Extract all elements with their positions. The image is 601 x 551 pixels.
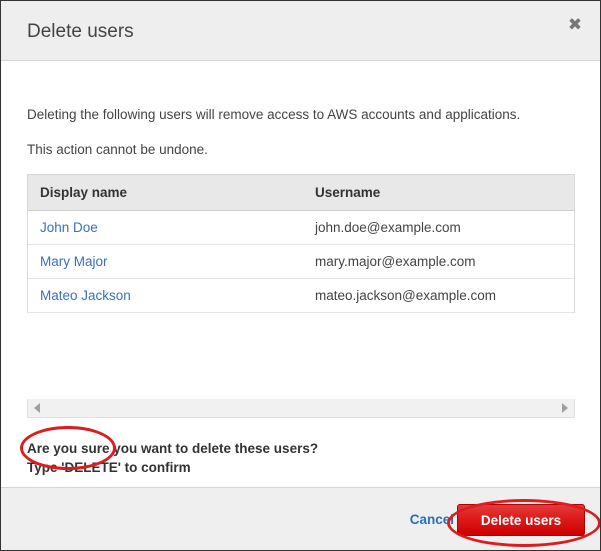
column-header-username: Username bbox=[301, 175, 574, 210]
cancel-button[interactable]: Cancel bbox=[410, 512, 454, 528]
dialog-body: Deleting the following users will remove… bbox=[1, 61, 600, 487]
delete-users-dialog: Delete users ✖ Deleting the following us… bbox=[0, 0, 601, 551]
chevron-right-icon[interactable] bbox=[562, 403, 568, 413]
table-row: Mateo Jackson mateo.jackson@example.com bbox=[28, 278, 574, 312]
cell-username: mary.major@example.com bbox=[301, 244, 574, 278]
horizontal-scrollbar[interactable] bbox=[27, 399, 575, 418]
cell-username: john.doe@example.com bbox=[301, 210, 574, 244]
dialog-title: Delete users bbox=[27, 20, 134, 44]
user-link[interactable]: Mary Major bbox=[40, 254, 108, 269]
table-row: John Doe john.doe@example.com bbox=[28, 210, 574, 244]
cell-username: mateo.jackson@example.com bbox=[301, 278, 574, 312]
close-icon[interactable]: ✖ bbox=[564, 14, 586, 36]
confirm-question: Are you sure you want to delete these us… bbox=[27, 440, 318, 457]
intro-text-primary: Deleting the following users will remove… bbox=[27, 106, 520, 124]
column-header-display-name: Display name bbox=[28, 175, 301, 210]
delete-users-button[interactable]: Delete users bbox=[457, 504, 585, 536]
cell-display-name: John Doe bbox=[28, 210, 301, 244]
table-row: Mary Major mary.major@example.com bbox=[28, 244, 574, 278]
user-link[interactable]: Mateo Jackson bbox=[40, 288, 131, 303]
table-header-row: Display name Username bbox=[28, 175, 574, 210]
chevron-left-icon[interactable] bbox=[34, 403, 40, 413]
users-table: Display name Username John Doe john.doe@… bbox=[28, 175, 574, 313]
intro-text-secondary: This action cannot be undone. bbox=[27, 141, 208, 159]
users-table-head: Display name Username bbox=[28, 175, 574, 210]
user-link[interactable]: John Doe bbox=[40, 220, 98, 235]
users-table-body: John Doe john.doe@example.com Mary Major… bbox=[28, 210, 574, 312]
users-table-container: Display name Username John Doe john.doe@… bbox=[27, 174, 575, 313]
confirm-instruction: Type 'DELETE' to confirm bbox=[27, 459, 191, 476]
dialog-header: Delete users ✖ bbox=[1, 1, 600, 61]
cell-display-name: Mateo Jackson bbox=[28, 278, 301, 312]
cell-display-name: Mary Major bbox=[28, 244, 301, 278]
